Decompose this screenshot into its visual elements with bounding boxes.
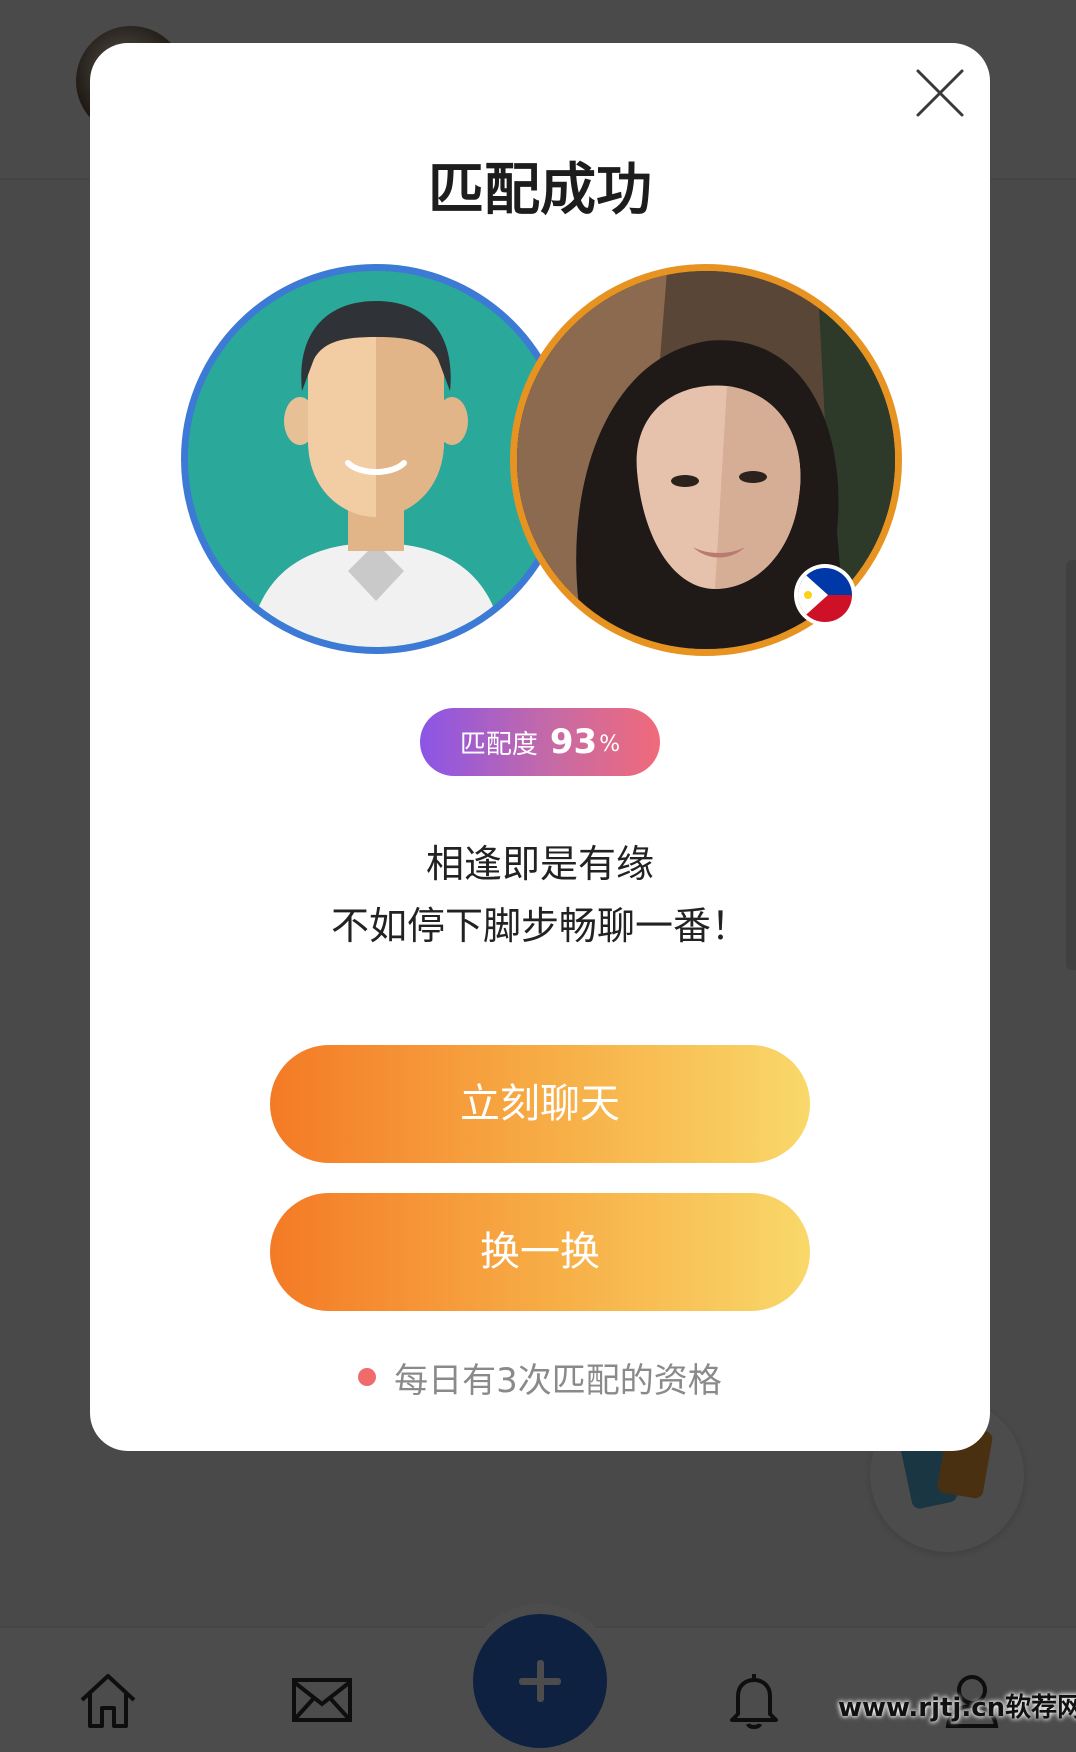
swap-match-button[interactable]: 换一换	[270, 1193, 810, 1311]
default-male-avatar-icon	[188, 271, 564, 647]
close-button[interactable]	[912, 65, 968, 121]
message-line-1: 相逢即是有缘	[425, 842, 654, 886]
philippines-flag-icon	[798, 568, 852, 622]
avatar-pair	[90, 264, 990, 656]
chat-now-button[interactable]: 立刻聊天	[270, 1045, 810, 1163]
quota-dot-icon	[358, 1368, 377, 1386]
daily-quota-note: 每日有3次匹配的资格	[90, 1351, 990, 1403]
match-message: 相逢即是有缘 不如停下脚步畅聊一番！	[90, 833, 990, 957]
site-watermark: www.rjtj.cn软荐网	[838, 1693, 1076, 1723]
country-flag-badge	[794, 564, 856, 626]
match-score-label: 匹配度	[459, 729, 538, 760]
match-success-dialog: 匹配成功 匹配度 93 % 相逢即是有缘 不如停下脚步畅聊一番！ 立刻聊天 换一…	[90, 43, 990, 1451]
match-score-unit: %	[599, 731, 621, 757]
close-icon	[916, 69, 964, 117]
dialog-title: 匹配成功	[428, 158, 652, 223]
match-score-badge: 匹配度 93 %	[420, 708, 660, 776]
message-line-2: 不如停下脚步畅聊一番！	[330, 904, 749, 948]
match-score-value: 93	[549, 722, 598, 762]
quota-text: 每日有3次匹配的资格	[394, 1360, 722, 1401]
